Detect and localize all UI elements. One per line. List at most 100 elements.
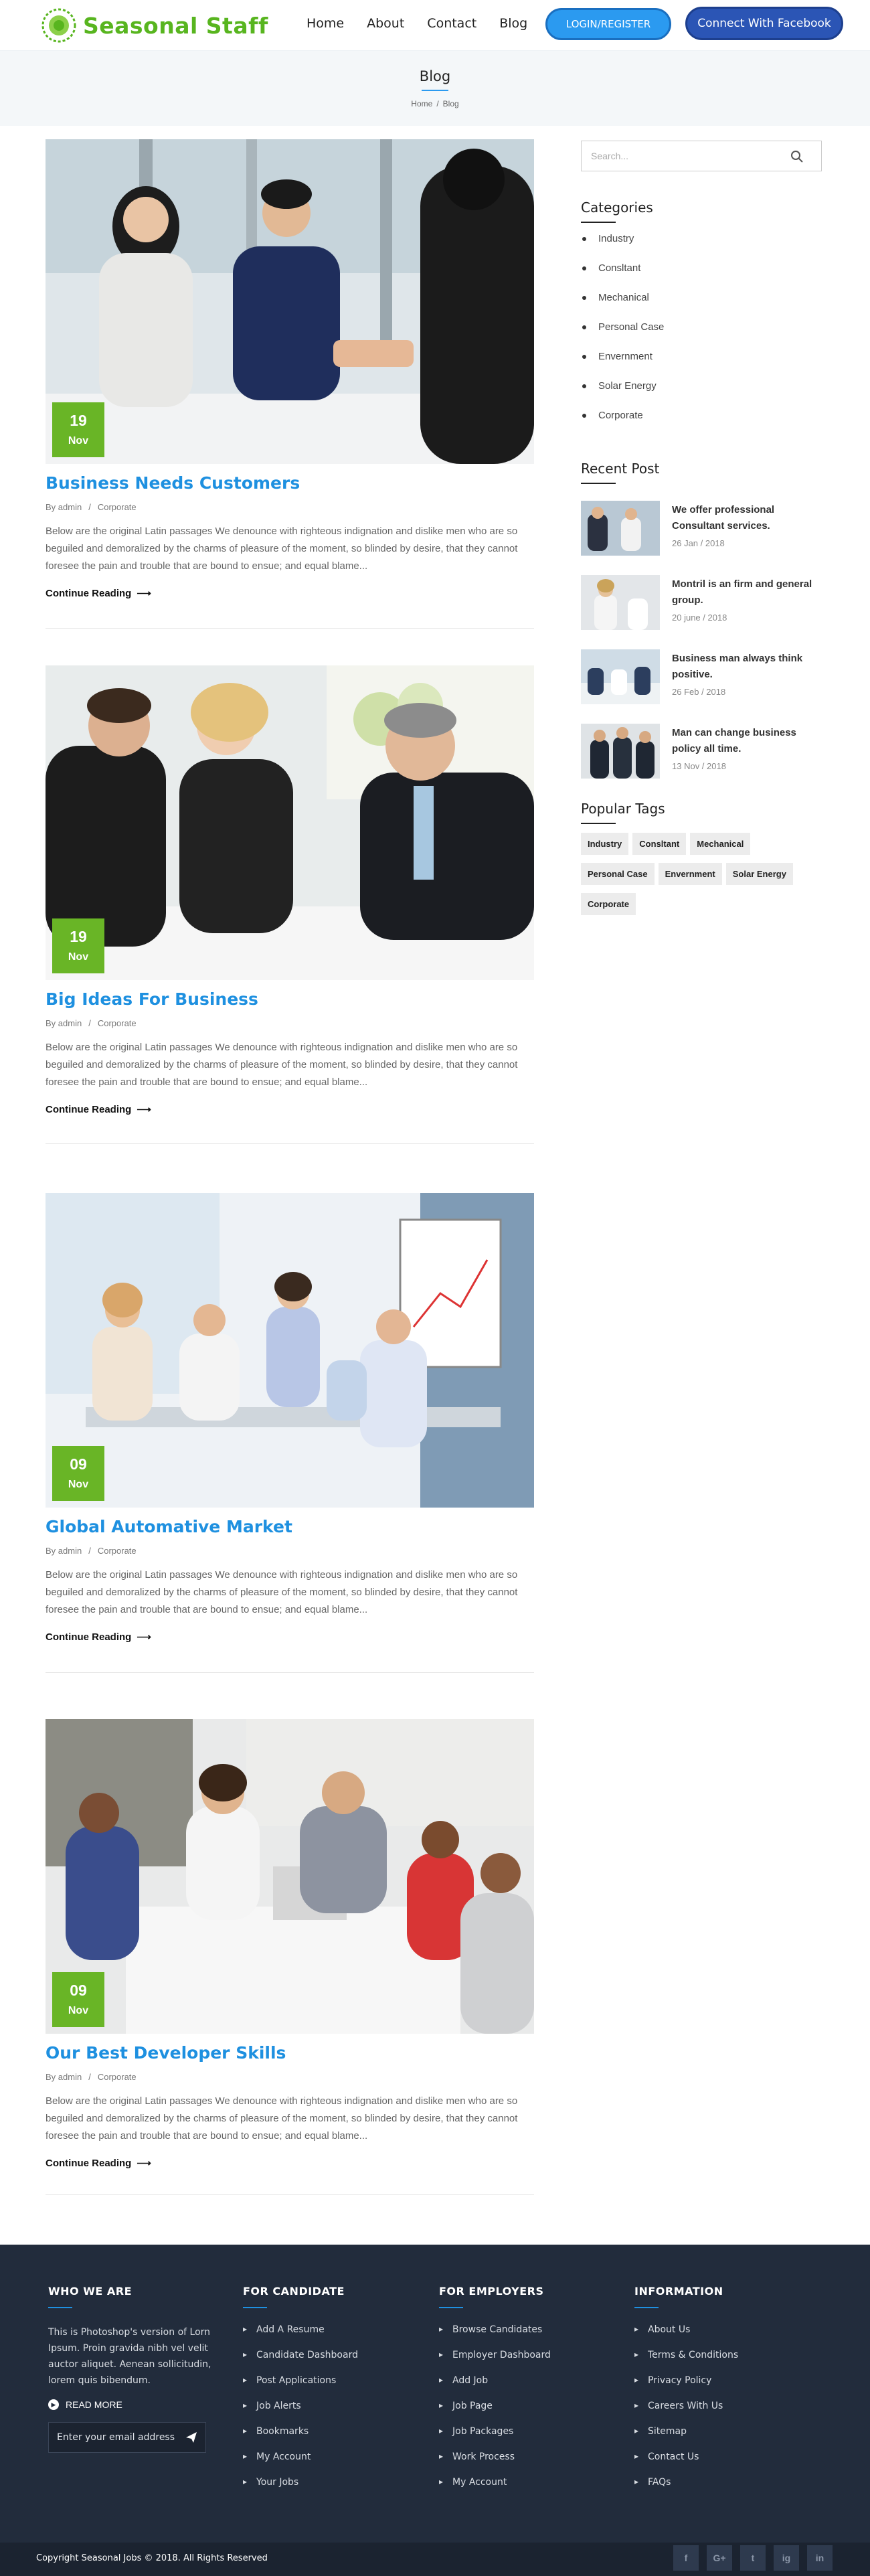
continue-reading-link[interactable]: Continue Reading ⟶ — [46, 587, 151, 599]
post-image[interactable]: 09 Nov — [46, 1193, 534, 1508]
footer-link[interactable]: Job Alerts — [243, 2401, 358, 2426]
footer-link[interactable]: My Account — [243, 2451, 358, 2477]
facebook-icon[interactable]: f — [673, 2545, 699, 2571]
footer-link[interactable]: Job Packages — [439, 2426, 551, 2451]
post-meta: By admin / Corporate — [46, 502, 534, 512]
copyright-bar: Copyright Seasonal Jobs © 2018. All Righ… — [0, 2543, 870, 2576]
nav-blog[interactable]: Blog — [499, 16, 527, 31]
arrow-right-icon: ⟶ — [137, 2158, 151, 2169]
meeting-photo-illustration — [46, 665, 534, 980]
tag[interactable]: Industry — [581, 833, 629, 855]
footer-link[interactable]: About Us — [634, 2324, 738, 2350]
footer-link[interactable]: Contact Us — [634, 2451, 738, 2477]
search-input[interactable] — [582, 141, 782, 171]
search-icon[interactable] — [790, 150, 804, 163]
tag[interactable]: Consltant — [632, 833, 687, 855]
heading-underline — [48, 2307, 72, 2308]
nav-contact[interactable]: Contact — [427, 16, 476, 31]
footer-link[interactable]: Privacy Policy — [634, 2375, 738, 2401]
footer-link[interactable]: FAQs — [634, 2477, 738, 2502]
nav-home[interactable]: Home — [307, 16, 344, 31]
post-date-badge: 19 Nov — [52, 402, 104, 457]
post-date-badge: 09 Nov — [52, 1972, 104, 2027]
paper-plane-icon[interactable] — [185, 2431, 197, 2443]
footer-link[interactable]: Employer Dashboard — [439, 2350, 551, 2375]
footer-link[interactable]: Work Process — [439, 2451, 551, 2477]
footer-link[interactable]: Add Job — [439, 2375, 551, 2401]
post-category[interactable]: Corporate — [98, 2072, 137, 2082]
site-header: Seasonal Staff Home About Contact Blog L… — [0, 0, 870, 51]
footer-link[interactable]: Add A Resume — [243, 2324, 358, 2350]
post-image[interactable]: 19 Nov — [46, 139, 534, 464]
post-day: 09 — [70, 1455, 87, 1473]
post-title[interactable]: Global Automative Market — [46, 1517, 534, 1536]
footer-link[interactable]: Sitemap — [634, 2426, 738, 2451]
twitter-icon[interactable]: t — [740, 2545, 766, 2571]
post-category[interactable]: Corporate — [98, 502, 137, 512]
post-author[interactable]: By admin — [46, 1018, 82, 1028]
tag[interactable]: Corporate — [581, 893, 636, 915]
tag[interactable]: Solar Energy — [725, 863, 793, 885]
footer-link[interactable]: Post Applications — [243, 2375, 358, 2401]
continue-reading-link[interactable]: Continue Reading ⟶ — [46, 2157, 151, 2169]
footer-link[interactable]: Terms & Conditions — [634, 2350, 738, 2375]
footer-link[interactable]: Candidate Dashboard — [243, 2350, 358, 2375]
copyright-text: Copyright Seasonal Jobs © 2018. All Righ… — [36, 2553, 268, 2563]
recent-post-item[interactable]: Business man always think positive. 26 F… — [581, 649, 822, 710]
connect-facebook-button[interactable]: Connect With Facebook — [685, 7, 843, 40]
recent-post-item[interactable]: Man can change business policy all time.… — [581, 724, 822, 784]
linkedin-icon[interactable]: in — [807, 2545, 833, 2571]
recent-post-date: 13 Nov / 2018 — [672, 761, 726, 771]
footer-link[interactable]: Browse Candidates — [439, 2324, 551, 2350]
category-item[interactable]: Corporate — [581, 410, 664, 439]
footer-for-employers: FOR EMPLOYERS Browse Candidates Employer… — [439, 2285, 551, 2502]
logo[interactable]: Seasonal Staff — [41, 8, 268, 43]
recent-post-item[interactable]: Montril is an firm and general group. 20… — [581, 575, 822, 635]
post-day: 19 — [70, 928, 87, 945]
footer-link[interactable]: Your Jobs — [243, 2477, 358, 2502]
recent-post-date: 20 june / 2018 — [672, 613, 727, 623]
nav-about[interactable]: About — [367, 16, 404, 31]
post-excerpt: Below are the original Latin passages We… — [46, 1042, 518, 1088]
category-item[interactable]: Mechanical — [581, 292, 664, 321]
category-list: Industry Consltant Mechanical Personal C… — [581, 233, 664, 439]
category-item[interactable]: Consltant — [581, 262, 664, 292]
post-author[interactable]: By admin — [46, 1546, 82, 1556]
post-author[interactable]: By admin — [46, 2072, 82, 2082]
post-image[interactable]: 19 Nov — [46, 665, 534, 980]
post-author[interactable]: By admin — [46, 502, 82, 512]
category-item[interactable]: Envernment — [581, 351, 664, 380]
recent-post-title: Man can change business policy all time. — [672, 727, 796, 754]
read-more-link[interactable]: ▶ READ MORE — [48, 2399, 217, 2410]
newsletter-email-input[interactable] — [49, 2423, 176, 2452]
footer-link[interactable]: Bookmarks — [243, 2426, 358, 2451]
instagram-icon[interactable]: ig — [774, 2545, 799, 2571]
footer-link[interactable]: Careers With Us — [634, 2401, 738, 2426]
tag[interactable]: Mechanical — [690, 833, 751, 855]
post-excerpt: Below are the original Latin passages We… — [46, 526, 518, 572]
post-image[interactable]: 09 Nov — [46, 1719, 534, 2034]
tag[interactable]: Personal Case — [581, 863, 655, 885]
footer-heading: INFORMATION — [634, 2285, 723, 2298]
post-category[interactable]: Corporate — [98, 1018, 137, 1028]
continue-reading-link[interactable]: Continue Reading ⟶ — [46, 1103, 151, 1115]
footer-link[interactable]: Job Page — [439, 2401, 551, 2426]
post-title[interactable]: Our Best Developer Skills — [46, 2043, 534, 2063]
post-title[interactable]: Business Needs Customers — [46, 473, 534, 493]
category-item[interactable]: Solar Energy — [581, 380, 664, 410]
recent-post-item[interactable]: We offer professional Consultant service… — [581, 501, 822, 561]
google-plus-icon[interactable]: G+ — [707, 2545, 732, 2571]
meta-separator: / — [88, 1018, 91, 1028]
login-register-button[interactable]: LOGIN/REGISTER — [545, 8, 671, 40]
tag[interactable]: Envernment — [658, 863, 722, 885]
breadcrumb-home[interactable]: Home — [411, 99, 432, 108]
post-category[interactable]: Corporate — [98, 1546, 137, 1556]
recent-post-title: Recent Post — [581, 461, 660, 477]
footer-for-candidate: FOR CANDIDATE Add A Resume Candidate Das… — [243, 2285, 358, 2502]
continue-reading-link[interactable]: Continue Reading ⟶ — [46, 1631, 151, 1643]
footer-link[interactable]: My Account — [439, 2477, 551, 2502]
category-item[interactable]: Personal Case — [581, 321, 664, 351]
post-title[interactable]: Big Ideas For Business — [46, 989, 534, 1009]
category-item[interactable]: Industry — [581, 233, 664, 262]
post-divider — [46, 1143, 534, 1144]
